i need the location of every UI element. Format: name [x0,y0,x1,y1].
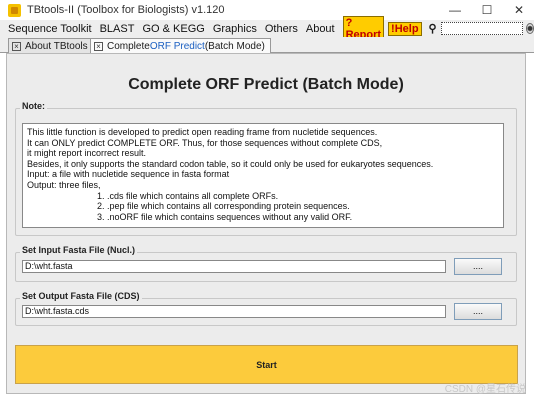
output-browse-button[interactable]: .... [454,303,502,320]
tab-label: About TBtools [25,40,88,52]
note-line: 2. .pep file which contains all correspo… [27,201,350,212]
note-line: 3. .noORF file which contains sequences … [27,211,353,222]
search-input[interactable] [440,22,523,35]
output-file-label: Set Output Fasta File (CDS) [20,291,142,301]
close-icon[interactable]: × [94,42,103,51]
maximize-button[interactable]: ☐ [472,0,502,20]
window-title: TBtools-II (Toolbox for Biologists) v1.1… [27,4,225,16]
orf-predict-panel: Complete ORF Predict (Batch Mode) Note: … [6,53,526,394]
note-group: Note: This little function is developed … [15,101,517,236]
input-file-field[interactable]: D:\wht.fasta [22,260,446,273]
input-file-label: Set Input Fasta File (Nucl.) [20,245,138,255]
note-line: Output: three files, [27,179,101,190]
help-button[interactable]: !Help [388,21,422,36]
menu-about[interactable]: About [306,23,335,35]
close-button[interactable]: ✕ [504,0,534,20]
note-line: This little function is developed to pre… [27,127,378,137]
tab-complete-orf-predict[interactable]: × Complete ORF Predict (Batch Mode) [90,38,271,54]
note-line: It can ONLY predict COMPLETE ORF. Thus, … [27,137,383,148]
input-browse-button[interactable]: .... [454,258,502,275]
menu-go-kegg[interactable]: GO & KEGG [142,23,204,35]
app-logo-icon [8,3,21,17]
menu-blast[interactable]: BLAST [100,23,135,35]
menu-bar: Sequence Toolkit BLAST GO & KEGG Graphic… [0,15,534,42]
close-icon[interactable]: × [12,41,21,51]
page-title: Complete ORF Predict (Batch Mode) [128,76,404,93]
menu-others[interactable]: Others [265,23,298,35]
note-line: Besides, it only supports the standard c… [27,158,434,169]
output-file-field[interactable]: D:\wht.fasta.cds [22,305,446,318]
search-icon[interactable]: ⚲ [429,22,437,35]
start-button[interactable]: Start [15,345,518,384]
title-bar: TBtools-II (Toolbox for Biologists) v1.1… [0,0,534,20]
note-line: it might report incorrect result. [27,148,147,159]
note-label: Note: [20,101,47,111]
record-icon[interactable] [525,23,534,34]
menu-sequence-toolkit[interactable]: Sequence Toolkit [8,23,92,35]
minimize-button[interactable]: — [440,0,470,20]
note-text-area: This little function is developed to pre… [22,123,504,228]
tab-label-suffix: (Batch Mode) [204,41,265,52]
tab-bar: × About TBtools × Complete ORF Predict (… [0,37,534,54]
menu-graphics[interactable]: Graphics [213,23,257,35]
note-line: 1. .cds file which contains all complete… [27,190,279,201]
output-file-group: Set Output Fasta File (CDS) D:\wht.fasta… [15,291,517,326]
input-file-group: Set Input Fasta File (Nucl.) D:\wht.fast… [15,245,517,282]
tab-label-highlight: ORF Predict [149,41,205,52]
watermark-text: CSDN @星石传说 [444,384,526,395]
tab-label-prefix: Complete [107,41,150,52]
tab-about-tbtools[interactable]: × About TBtools [8,38,94,53]
note-line: Input: a file with nucletide sequence in… [27,169,230,180]
